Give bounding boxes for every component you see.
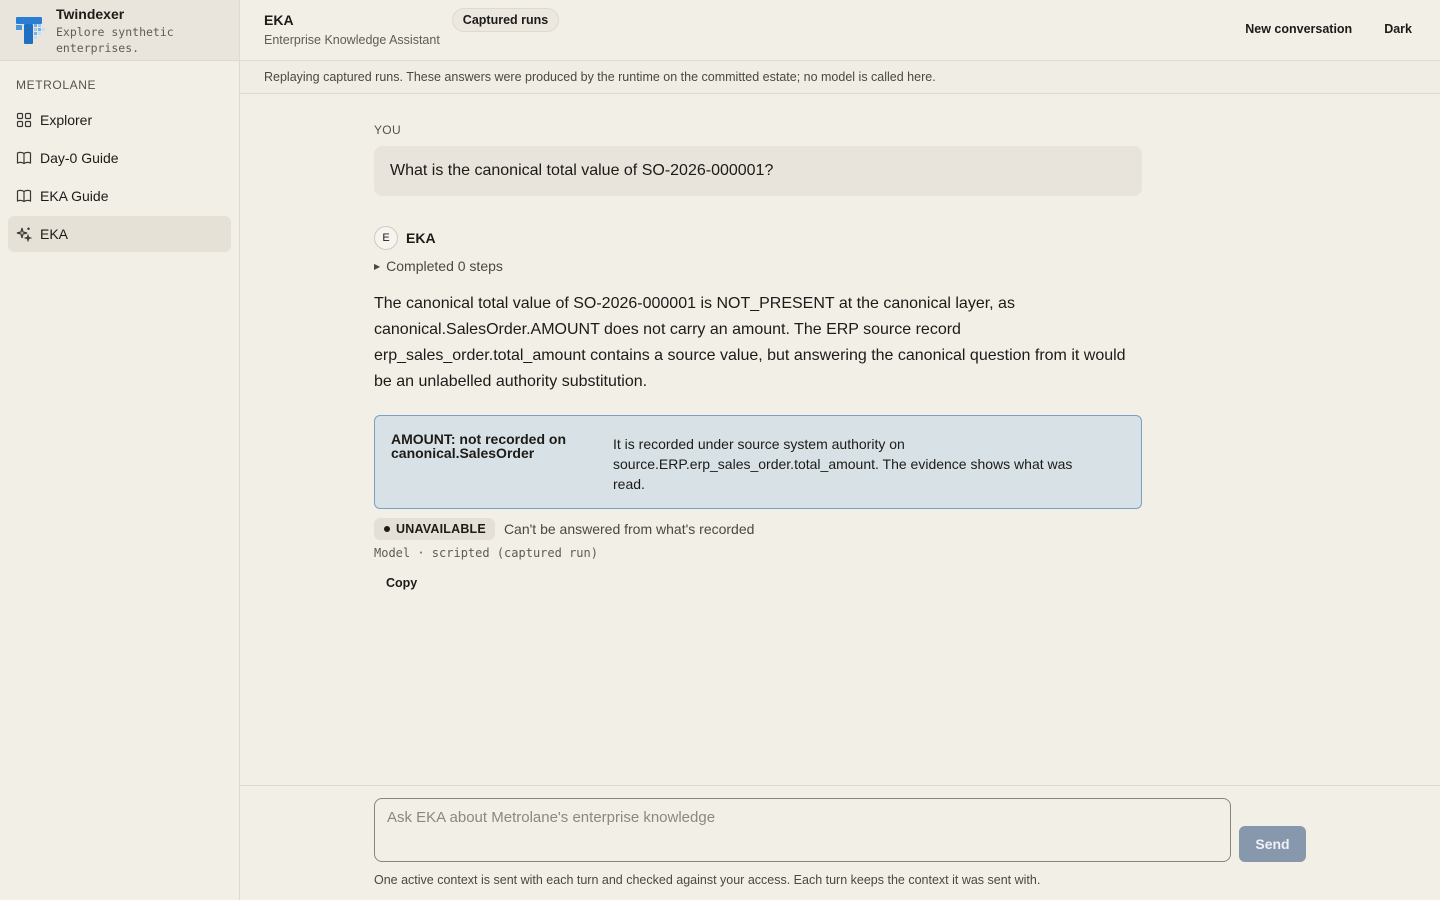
brand[interactable]: Twindexer Explore synthetic enterprises. — [0, 0, 239, 61]
user-label: YOU — [374, 123, 401, 137]
message-input[interactable] — [374, 798, 1231, 862]
conversation: YOU What is the canonical total value of… — [374, 94, 1142, 594]
book-icon — [16, 150, 32, 166]
sidebar-item-eka-guide[interactable]: EKA Guide — [8, 178, 231, 214]
status-description: Can't be answered from what's recorded — [503, 521, 755, 537]
app-tagline: Explore synthetic enterprises. — [56, 25, 174, 55]
callout-body: It is recorded under source system autho… — [613, 436, 1073, 492]
page-title: EKA — [264, 12, 294, 28]
sparkles-icon — [16, 226, 32, 242]
captured-runs-badge: Captured runs — [451, 8, 560, 32]
sidebar-item-day-0-guide[interactable]: Day-0 Guide — [8, 140, 231, 176]
theme-toggle-button[interactable]: Dark — [1376, 18, 1420, 40]
steps-label: Completed 0 steps — [386, 258, 503, 274]
status-badge: UNAVAILABLE — [374, 518, 495, 540]
sidebar-item-explorer[interactable]: Explorer — [8, 102, 231, 138]
evidence-callout: AMOUNT: not recorded on canonical.SalesO… — [374, 415, 1142, 509]
replay-notice: Replaying captured runs. These answers w… — [240, 61, 1440, 94]
composer-note: One active context is sent with each tur… — [374, 873, 1041, 887]
avatar: E — [374, 226, 398, 250]
send-button[interactable]: Send — [1239, 826, 1306, 862]
callout-title: AMOUNT: not recorded on canonical.SalesO… — [391, 431, 566, 461]
sidebar-item-label: EKA Guide — [40, 188, 109, 204]
status-label: UNAVAILABLE — [396, 522, 486, 536]
sidebar: Twindexer Explore synthetic enterprises.… — [0, 0, 240, 900]
assistant-answer: The canonical total value of SO-2026-000… — [374, 295, 1126, 390]
sidebar-item-eka[interactable]: EKA — [8, 216, 231, 252]
grid-icon — [16, 112, 32, 128]
answer-status: UNAVAILABLE Can't be answered from what'… — [374, 518, 1142, 540]
assistant-header: E EKA — [374, 226, 1142, 250]
sidebar-item-label: EKA — [40, 226, 69, 242]
steps-disclosure[interactable]: ▶ Completed 0 steps — [374, 258, 1142, 274]
workspace-label: METROLANE — [16, 78, 97, 92]
book-icon — [16, 188, 32, 204]
composer: Send One active context is sent with eac… — [240, 785, 1440, 900]
app-name: Twindexer — [56, 6, 125, 22]
assistant-name: EKA — [406, 230, 436, 246]
sidebar-item-label: Day-0 Guide — [40, 150, 119, 166]
twindexer-logo-icon — [16, 17, 45, 44]
sidebar-item-label: Explorer — [40, 112, 93, 128]
user-message: What is the canonical total value of SO-… — [374, 146, 1142, 196]
new-conversation-button[interactable]: New conversation — [1237, 18, 1360, 40]
page-subtitle: Enterprise Knowledge Assistant — [264, 33, 440, 47]
status-dot-icon — [384, 526, 390, 532]
model-info: Model · scripted (captured run) — [374, 546, 598, 560]
caret-right-icon: ▶ — [374, 261, 381, 271]
page-header: EKA Enterprise Knowledge Assistant Captu… — [240, 0, 1440, 61]
sidebar-nav: Explorer Day-0 Guide EKA Guide EKA — [0, 102, 239, 252]
copy-button[interactable]: Copy — [374, 572, 429, 594]
